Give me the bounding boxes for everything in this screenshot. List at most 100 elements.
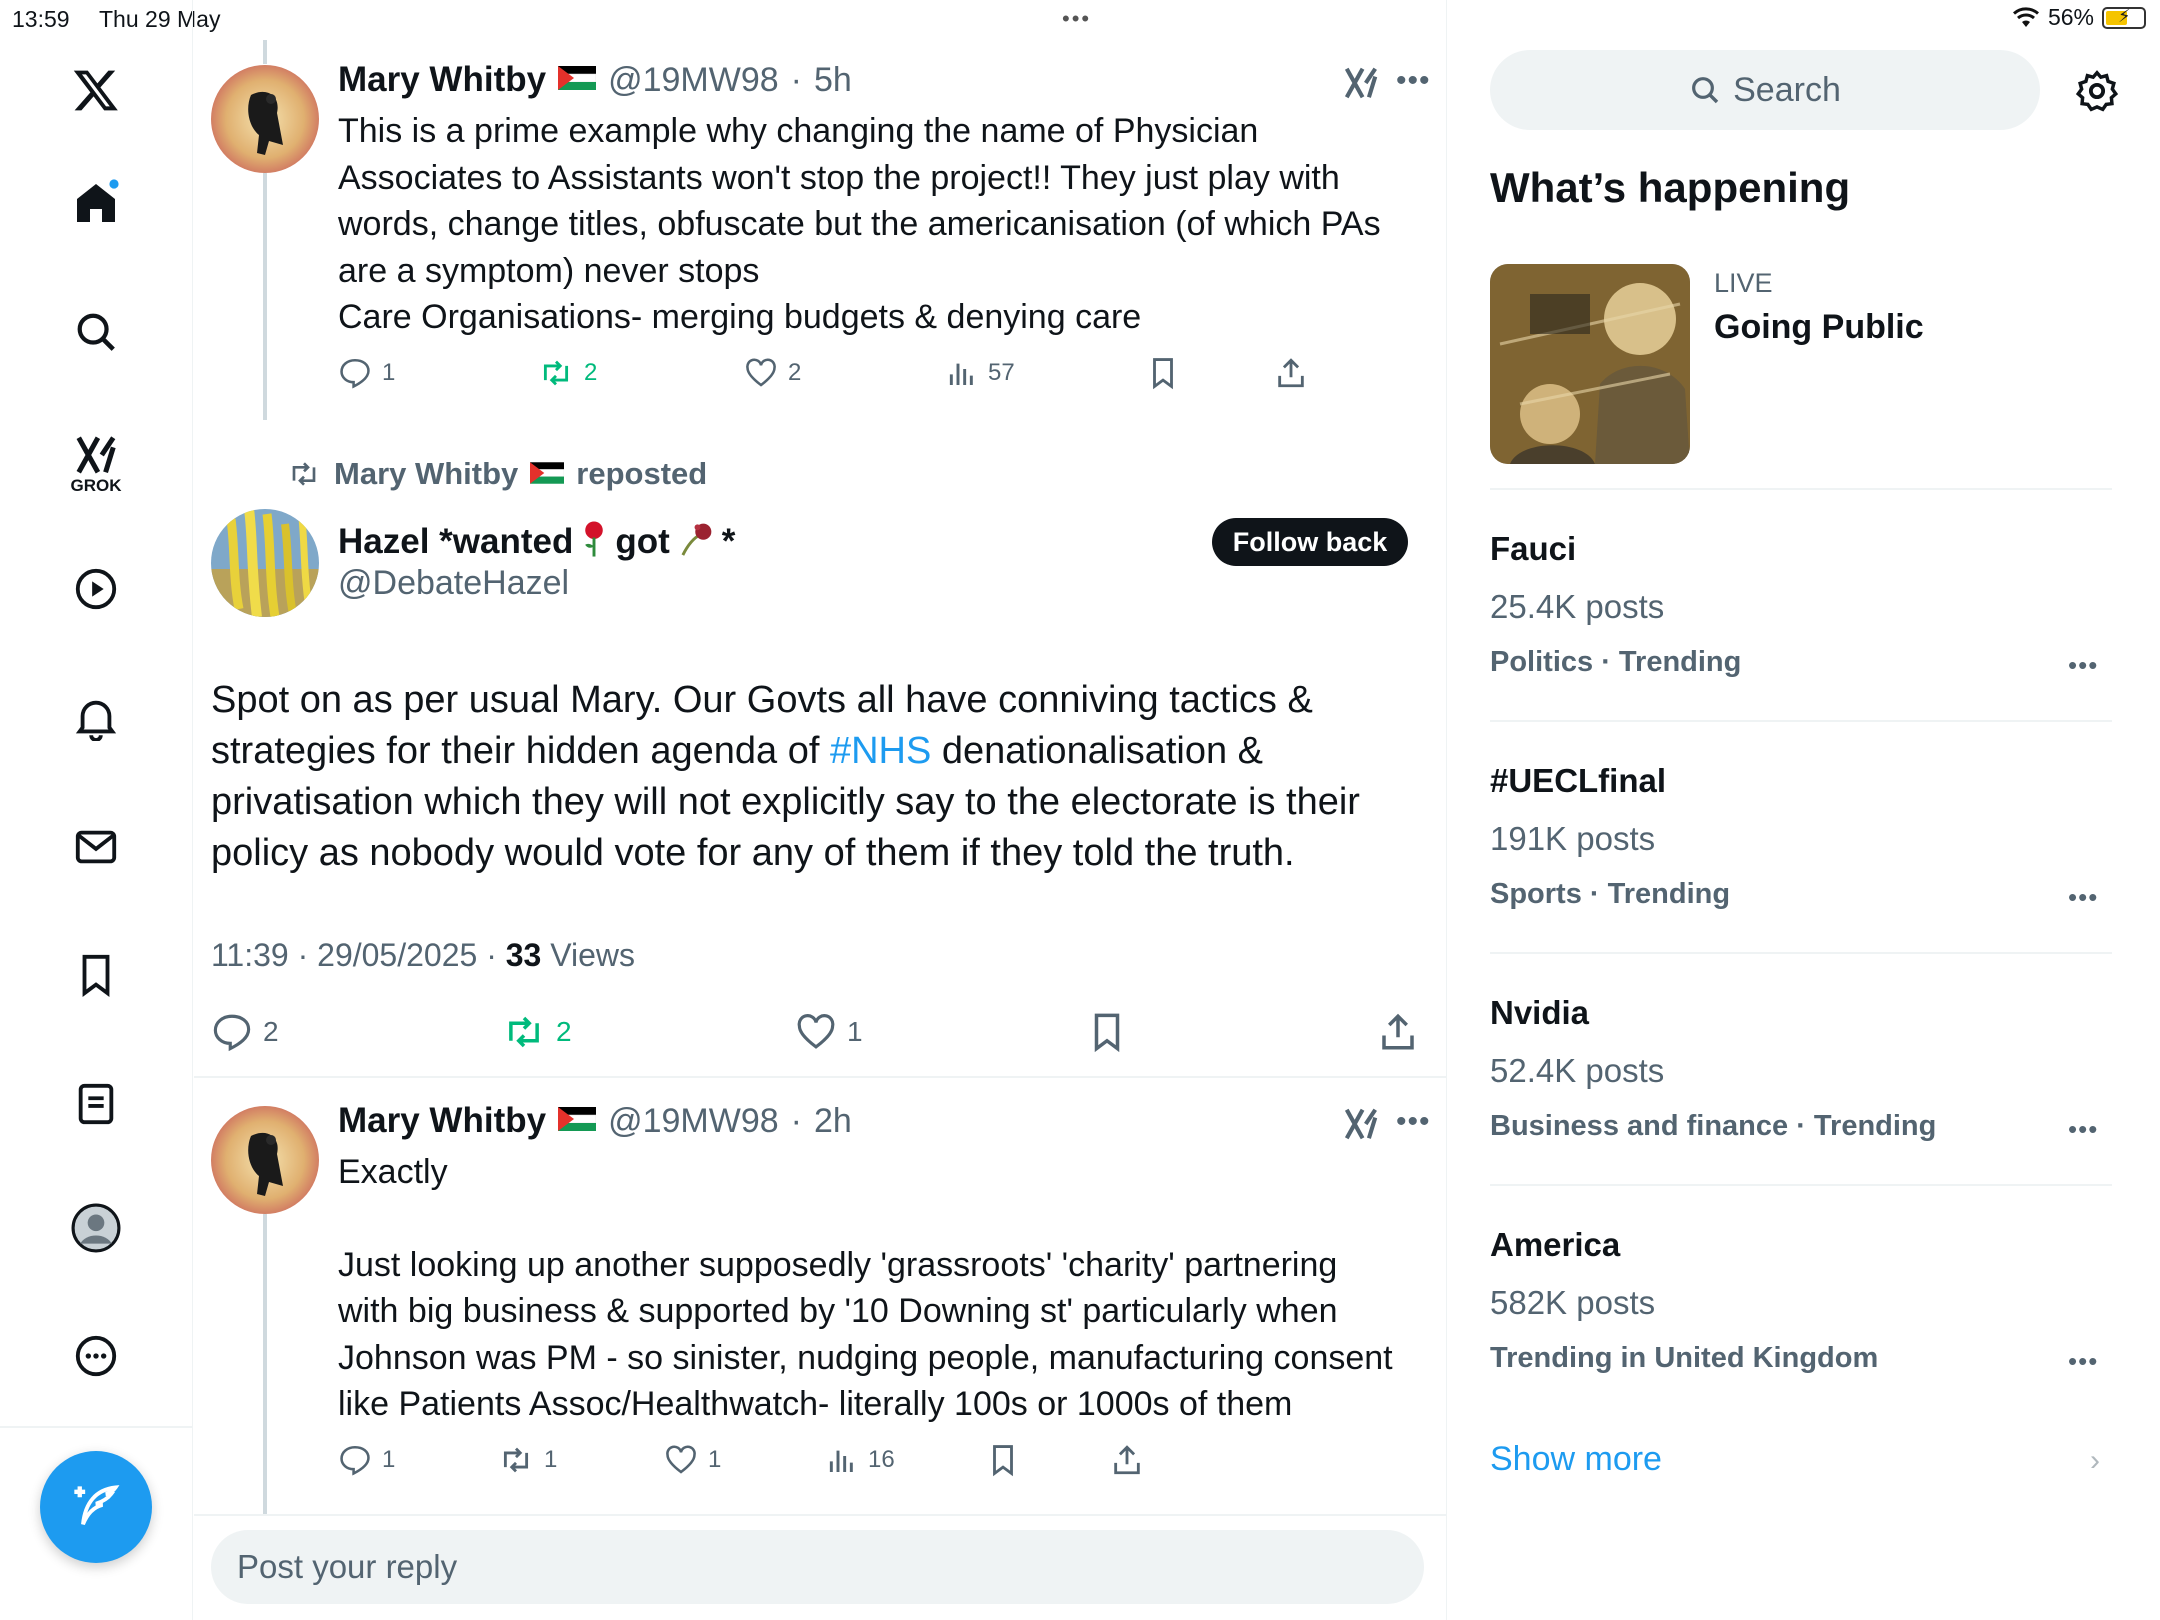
bookmark-button[interactable] — [1146, 356, 1180, 395]
repost-icon — [509, 1016, 539, 1048]
bookmark-button[interactable] — [986, 1443, 1020, 1482]
avatar-mary-whitby[interactable] — [211, 1106, 319, 1214]
author-handle[interactable]: @19MW98 — [608, 61, 779, 100]
tweet3-header: Mary Whitby @19MW98 · 2h — [338, 1101, 852, 1141]
compose-post-button[interactable] — [40, 1451, 152, 1563]
trend-name[interactable]: Fauci — [1490, 530, 1576, 568]
like-button[interactable]: 1 — [664, 1443, 721, 1477]
trend-name[interactable]: America — [1490, 1226, 1620, 1264]
repost-count: 2 — [556, 1016, 572, 1047]
author-name[interactable]: Hazel *wanted — [338, 522, 573, 562]
reply-input[interactable]: Post your reply — [211, 1530, 1424, 1604]
show-more-link[interactable]: Show more — [1490, 1440, 1662, 1479]
tweet1-header: Mary Whitby @19MW98 · 5h — [338, 60, 852, 100]
like-button[interactable]: 1 — [795, 1011, 863, 1053]
trend-more-icon[interactable]: ••• — [2068, 650, 2098, 681]
post-time[interactable]: 2h — [814, 1102, 852, 1141]
avatar-hazel[interactable] — [211, 509, 319, 617]
like-count: 1 — [847, 1016, 863, 1047]
trend-category: Sports · Trending — [1490, 878, 1731, 910]
trend-name[interactable]: #UECLfinal — [1490, 762, 1666, 800]
post-more-icon[interactable]: ••• — [1396, 64, 1431, 98]
tweet1-line: are a symptom) never stops — [338, 251, 760, 290]
views-icon — [949, 363, 973, 385]
trend-more-icon[interactable]: ••• — [2068, 1346, 2098, 1377]
chevron-right-icon[interactable]: › — [2090, 1444, 2100, 1478]
views-button[interactable]: 57 — [946, 356, 1015, 390]
repost-button[interactable]: 1 — [498, 1443, 557, 1477]
author-handle[interactable]: @19MW98 — [608, 1102, 779, 1141]
settings-gear-icon[interactable] — [2074, 68, 2120, 119]
author-name-end[interactable]: * — [722, 522, 736, 562]
repost-button[interactable]: 2 — [502, 1011, 572, 1053]
live-thumbnail[interactable] — [1490, 264, 1690, 464]
avatar-mary-whitby[interactable] — [211, 65, 319, 173]
post-more-icon[interactable]: ••• — [1396, 1105, 1431, 1139]
palestine-flag-icon — [530, 456, 565, 492]
reply-count: 2 — [263, 1016, 279, 1047]
live-title[interactable]: Going Public — [1714, 308, 1924, 347]
author-name[interactable]: Mary Whitby — [338, 60, 546, 100]
heart-icon — [797, 1014, 835, 1049]
tweet3-line: Johnson was PM - so sinister, nudging pe… — [338, 1338, 1393, 1377]
trend-more-icon[interactable]: ••• — [2068, 882, 2098, 913]
repost-count: 1 — [544, 1446, 558, 1473]
tweet3-line: with big business & supported by '10 Dow… — [338, 1292, 1338, 1330]
video-icon[interactable] — [71, 564, 121, 614]
follow-back-button[interactable]: Follow back — [1212, 518, 1408, 566]
grok-icon[interactable]: GROK — [71, 425, 122, 503]
share-button[interactable] — [1274, 356, 1308, 395]
bookmark-button[interactable] — [1086, 1011, 1128, 1058]
author-name-mid[interactable]: got — [615, 522, 669, 562]
palestine-flag-icon — [557, 65, 597, 95]
like-count: 1 — [708, 1446, 722, 1473]
share-button[interactable] — [1377, 1011, 1419, 1058]
main-tweet-header: Hazel *wanted got * — [338, 520, 735, 563]
trend-name[interactable]: Nvidia — [1490, 994, 1589, 1032]
home-icon[interactable] — [71, 178, 121, 228]
reposter-name[interactable]: Mary Whitby — [334, 456, 518, 492]
share-button[interactable] — [1110, 1443, 1144, 1482]
rose-emoji-icon — [579, 520, 609, 563]
profile-avatar-icon[interactable] — [71, 1203, 121, 1253]
divider — [194, 1514, 1447, 1516]
views-button[interactable]: 16 — [826, 1443, 895, 1477]
left-nav: GROK — [0, 0, 193, 1620]
repost-count: 2 — [584, 359, 598, 386]
notifications-icon[interactable] — [71, 693, 121, 743]
trend-more-icon[interactable]: ••• — [2068, 1114, 2098, 1145]
grok-explain-icon[interactable] — [1342, 64, 1380, 107]
messages-icon[interactable] — [71, 822, 121, 872]
reply-icon — [340, 358, 370, 389]
lists-icon[interactable] — [71, 1079, 121, 1129]
repost-button[interactable]: 2 — [538, 356, 597, 390]
bookmark-icon — [1094, 1013, 1120, 1053]
reply-button[interactable]: 1 — [338, 356, 395, 390]
reply-button[interactable]: 1 — [338, 1443, 395, 1477]
author-name[interactable]: Mary Whitby — [338, 1101, 546, 1141]
x-logo-icon[interactable] — [71, 65, 121, 115]
tweet1-line: Associates to Assistants won't stop the … — [338, 158, 1340, 197]
share-icon — [1382, 1013, 1414, 1050]
trend-separator — [1490, 952, 2112, 954]
share-icon — [1114, 1445, 1140, 1475]
tweet3-text: Exactly Just looking up another supposed… — [338, 1149, 1418, 1428]
tweet3-line: Just looking up another supposedly 'gras… — [338, 1245, 1338, 1284]
trend-category: Business and finance · Trending — [1490, 1110, 1937, 1142]
bookmark-icon — [1153, 358, 1173, 390]
hashtag-link[interactable]: #NHS — [830, 730, 931, 772]
like-button[interactable]: 2 — [744, 356, 801, 390]
trend-count: 191K posts — [1490, 820, 1656, 857]
repost-banner: Mary Whitby reposted — [286, 456, 707, 492]
bookmarks-nav-icon[interactable] — [71, 950, 121, 1000]
grok-explain-icon[interactable] — [1342, 1105, 1380, 1148]
reply-button[interactable]: 2 — [211, 1011, 279, 1053]
search-nav-icon[interactable] — [71, 307, 121, 357]
search-box[interactable]: Search — [1490, 50, 2040, 130]
more-options-icon[interactable] — [71, 1331, 121, 1381]
author-handle[interactable]: @DebateHazel — [338, 564, 569, 603]
timestamp[interactable]: 11:39 · 29/05/2025 · — [211, 937, 506, 973]
tweet3-line: Exactly — [338, 1153, 448, 1191]
trend-count: 25.4K posts — [1490, 588, 1665, 625]
post-time[interactable]: 5h — [814, 61, 852, 100]
